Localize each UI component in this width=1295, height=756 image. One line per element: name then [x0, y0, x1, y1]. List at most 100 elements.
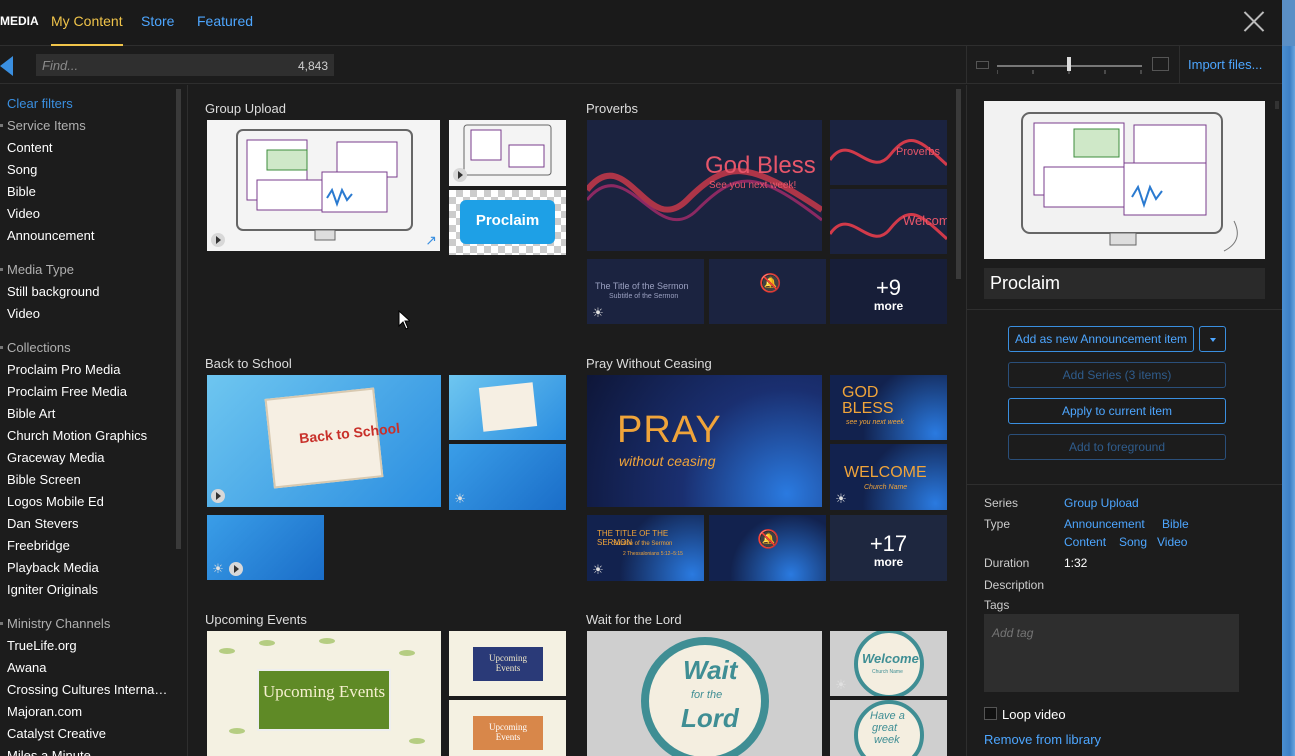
type-link-announcement[interactable]: Announcement — [1064, 517, 1145, 531]
more-overlay: +9 more — [830, 259, 947, 324]
series-label: Series — [984, 496, 1019, 510]
divider — [967, 484, 1283, 485]
group-upload-main-thumb[interactable]: ↗ — [207, 120, 440, 251]
close-icon[interactable] — [1241, 8, 1267, 34]
collection-item[interactable]: Graceway Media — [7, 450, 105, 465]
still-image-icon: ☀ — [454, 491, 466, 506]
filter-video[interactable]: Video — [7, 206, 40, 221]
wait-main-thumb[interactable]: Wait for the Lord — [587, 631, 822, 756]
proverbs-thumb-3[interactable]: Welcome — [830, 189, 947, 254]
proverbs-thumb-5[interactable]: 🔕 — [709, 259, 826, 324]
tile-text: 2 Thessalonians 5:12–5:15 — [623, 551, 683, 557]
slider-thumb[interactable] — [1067, 57, 1071, 71]
filter-bible[interactable]: Bible — [7, 184, 36, 199]
collection-item[interactable]: Bible Screen — [7, 472, 81, 487]
pray-thumb-3[interactable]: WELCOME Church Name ☀ — [830, 444, 947, 510]
channel-item[interactable]: Majoran.com — [7, 704, 82, 719]
channel-item[interactable]: Catalyst Creative — [7, 726, 106, 741]
group-upload-thumb-2[interactable] — [449, 120, 566, 186]
collection-item[interactable]: Bible Art — [7, 406, 55, 421]
collection-item[interactable]: Dan Stevers — [7, 516, 79, 531]
filter-media-video[interactable]: Video — [7, 306, 40, 321]
pray-more-thumb[interactable]: +17 more — [830, 515, 947, 581]
service-items-heading: Service Items — [0, 118, 86, 133]
tags-label: Tags — [984, 598, 1010, 612]
type-link-video[interactable]: Video — [1157, 535, 1187, 549]
sidebar-scrollbar[interactable] — [176, 89, 181, 549]
pray-main-thumb[interactable]: PRAY without ceasing — [587, 375, 822, 507]
add-options-dropdown[interactable] — [1199, 326, 1226, 352]
wait-thumb-2[interactable]: Welcome Church Name ☀ — [830, 631, 947, 696]
tile-text: The Title of the Sermon — [595, 281, 689, 291]
filter-sidebar: Clear filters Service Items Content Song… — [0, 85, 188, 756]
pray-thumb-2[interactable]: GOD BLESS see you next week — [830, 375, 947, 440]
channel-item[interactable]: TrueLife.org — [7, 638, 77, 653]
search-bar: 4,843 — [0, 46, 966, 84]
apply-current-item-button[interactable]: Apply to current item — [1008, 398, 1226, 424]
add-announcement-button[interactable]: Add as new Announcement item — [1008, 326, 1194, 352]
back-arrow-icon[interactable] — [0, 56, 13, 76]
tile-text: See you next week! — [709, 180, 797, 191]
item-title-field[interactable]: Proclaim — [984, 268, 1265, 299]
clear-filters-link[interactable]: Clear filters — [7, 96, 73, 111]
upcoming-events-thumb-3[interactable]: Upcoming Events — [449, 700, 566, 756]
wait-thumb-3[interactable]: Have a great week — [830, 700, 947, 756]
top-bar: MEDIA My Content Store Featured — [0, 0, 1282, 46]
loop-video-checkbox[interactable] — [984, 707, 997, 720]
back-to-school-thumb-3[interactable]: ☀ — [449, 444, 566, 510]
add-to-foreground-button[interactable]: Add to foreground — [1008, 434, 1226, 460]
collection-item[interactable]: Church Motion Graphics — [7, 428, 147, 443]
small-thumbnail-icon[interactable] — [976, 61, 989, 69]
large-thumbnail-icon[interactable] — [1152, 57, 1169, 71]
tab-my-content[interactable]: My Content — [51, 13, 123, 46]
filter-song[interactable]: Song — [7, 162, 37, 177]
collection-item[interactable]: Igniter Originals — [7, 582, 98, 597]
filter-announcement[interactable]: Announcement — [7, 228, 94, 243]
description-label: Description — [984, 578, 1045, 592]
group-upload-thumb-proclaim[interactable]: Proclaim — [449, 190, 566, 255]
add-series-button[interactable]: Add Series (3 items) — [1008, 362, 1226, 388]
type-link-bible[interactable]: Bible — [1162, 517, 1189, 531]
back-to-school-thumb-4[interactable]: ☀ — [207, 515, 324, 580]
tile-text: PRAY — [617, 409, 722, 451]
collection-item[interactable]: Proclaim Pro Media — [7, 362, 120, 377]
collection-item[interactable]: Freebridge — [7, 538, 70, 553]
remove-from-library-link[interactable]: Remove from library — [984, 732, 1101, 747]
pray-thumb-5[interactable]: 🔕 — [709, 515, 826, 581]
type-link-song[interactable]: Song — [1119, 535, 1147, 549]
proverbs-more-thumb[interactable]: +9 more — [830, 259, 947, 324]
divider — [967, 309, 1283, 310]
type-link-content[interactable]: Content — [1064, 535, 1106, 549]
collection-item[interactable]: Logos Mobile Ed — [7, 494, 104, 509]
back-to-school-thumb-2[interactable] — [449, 375, 566, 440]
tab-store[interactable]: Store — [141, 13, 174, 29]
tile-text: Subtitle of the Sermon — [613, 541, 673, 547]
tile-text: God Bless — [705, 152, 816, 179]
tab-featured[interactable]: Featured — [197, 13, 253, 29]
grid-scrollbar[interactable] — [956, 89, 961, 279]
proclaim-logo: Proclaim — [460, 200, 555, 244]
upcoming-events-thumb-2[interactable]: Upcoming Events — [449, 631, 566, 696]
collection-item[interactable]: Proclaim Free Media — [7, 384, 127, 399]
filter-still-background[interactable]: Still background — [7, 284, 100, 299]
channel-item[interactable]: Awana — [7, 660, 47, 675]
import-files-link[interactable]: Import files... — [1188, 57, 1262, 72]
filter-content[interactable]: Content — [7, 140, 53, 155]
proverbs-thumb-2[interactable]: Proverbs — [830, 120, 947, 185]
collection-item[interactable]: Playback Media — [7, 560, 99, 575]
brand-label: MEDIA — [0, 14, 39, 28]
channel-item[interactable]: Miles a Minute — [7, 748, 91, 756]
proverbs-thumb-4[interactable]: The Title of the Sermon Subtitle of the … — [587, 259, 704, 324]
pray-thumb-4[interactable]: THE TITLE OF THE SERMON Subtitle of the … — [587, 515, 704, 581]
channel-item[interactable]: Crossing Cultures Interna… — [7, 682, 167, 697]
tile-text: Welcome — [862, 651, 919, 666]
loop-video-label: Loop video — [1002, 707, 1066, 722]
search-input[interactable] — [36, 54, 334, 76]
more-count: +17 — [869, 531, 908, 556]
series-link[interactable]: Group Upload — [1064, 496, 1139, 510]
tags-input[interactable] — [984, 614, 1239, 692]
back-to-school-main-thumb[interactable]: Back to School — [207, 375, 441, 507]
computer-illustration — [236, 129, 413, 241]
upcoming-events-main-thumb[interactable]: Upcoming Events — [207, 631, 441, 756]
proverbs-main-thumb[interactable]: God Bless See you next week! — [587, 120, 822, 251]
